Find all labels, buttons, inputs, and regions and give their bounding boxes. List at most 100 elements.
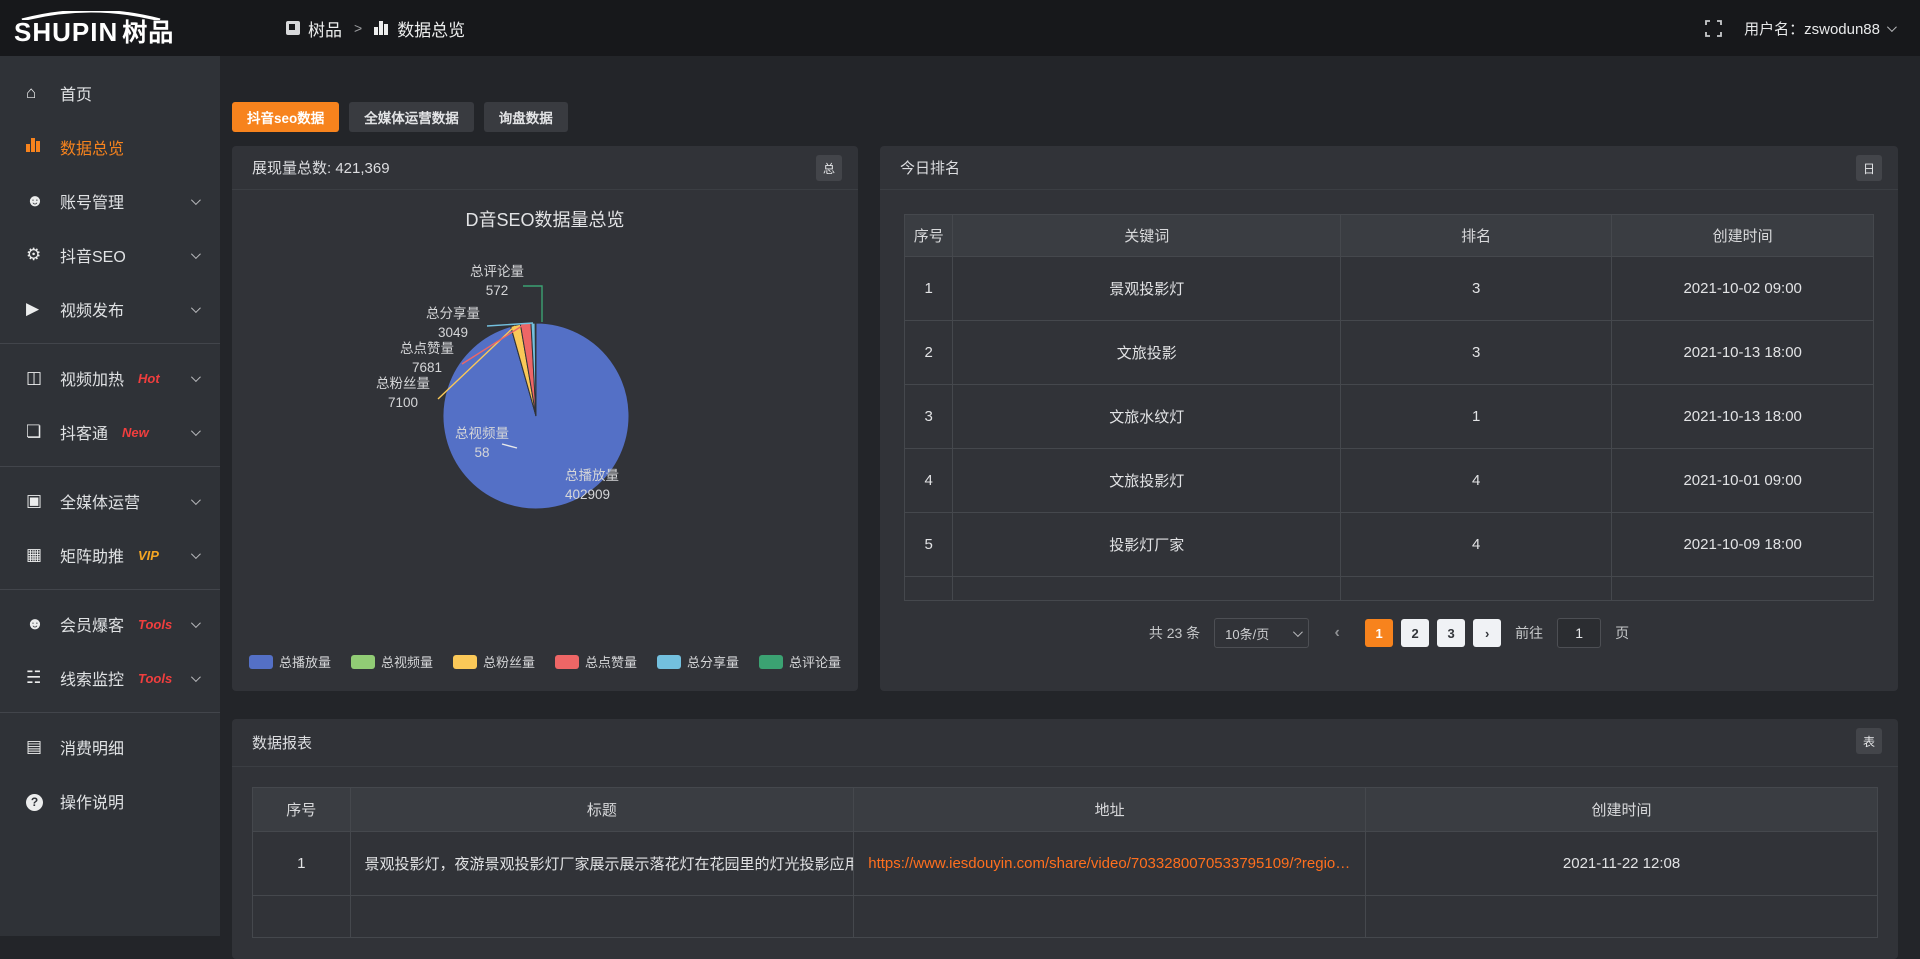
pie-label-line (523, 286, 542, 322)
legend-item-总视频量[interactable]: 总视频量 (351, 652, 433, 671)
sidebar-item-label: 抖音SEO (60, 243, 126, 267)
table-cell (350, 896, 854, 938)
sidebar-item-tag: New (122, 425, 149, 440)
top-header: SHUPIN树品 树品 > 数据总览 用户名：zswodun88 (0, 0, 1920, 56)
ranking-panel-title: 今日排名 (880, 146, 1898, 190)
sidebar-item-label: 操作说明 (60, 789, 124, 813)
fullscreen-icon[interactable] (1705, 20, 1722, 37)
sidebar-item-label: 视频发布 (60, 297, 124, 321)
page-button-3[interactable]: 3 (1437, 619, 1465, 647)
table-cell: 4 (1341, 449, 1612, 513)
tab-0[interactable]: 抖音seo数据 (232, 102, 339, 132)
tab-2[interactable]: 询盘数据 (484, 102, 568, 132)
pie-label-value: 3049 (438, 325, 468, 340)
table-badge-button[interactable]: 表 (1856, 728, 1882, 754)
page-buttons: 123 › (1365, 619, 1501, 647)
report-panel: 数据报表 表 序号标题地址创建时间1景观投影灯，夜游景观投影灯厂家展示展示落花灯… (232, 719, 1898, 959)
pie-label-name: 总评论量 (470, 264, 524, 279)
legend-swatch (453, 655, 477, 669)
sidebar-divider (0, 712, 220, 713)
report-link[interactable]: https://www.iesdouyin.com/share/video/70… (868, 855, 1350, 872)
table-cell (905, 577, 953, 601)
sidebar-item-question[interactable]: ?操作说明 (0, 774, 220, 828)
pie-label-name: 总播放量 (565, 468, 619, 483)
sidebar-item-label: 矩阵助推 (60, 543, 124, 567)
report-table: 序号标题地址创建时间1景观投影灯，夜游景观投影灯厂家展示展示落花灯在花园里的灯光… (252, 787, 1878, 938)
table-cell: 文旅水纹灯 (953, 385, 1341, 449)
sidebar-item-chat[interactable]: ❏抖客通New (0, 405, 220, 459)
goto-page-input[interactable] (1557, 618, 1601, 648)
sidebar-item-grid[interactable]: ▦矩阵助推VIP (0, 528, 220, 582)
sidebar-item-bar-chart[interactable]: 数据总览 (0, 120, 220, 174)
sidebar-item-user[interactable]: ☻账号管理 (0, 174, 220, 228)
user-menu[interactable]: 用户名：zswodun88 (1744, 18, 1894, 39)
table-row: 1景观投影灯，夜游景观投影灯厂家展示展示落花灯在花园里的灯光投影应用效果 #ht… (253, 832, 1878, 896)
page-button-2[interactable]: 2 (1401, 619, 1429, 647)
breadcrumb-separator: > (354, 20, 362, 36)
table-cell (854, 896, 1366, 938)
legend-label: 总分享量 (687, 652, 739, 671)
sidebar-item-sliders[interactable]: ☵线索监控Tools (0, 651, 220, 705)
legend-item-总粉丝量[interactable]: 总粉丝量 (453, 652, 535, 671)
next-page-button[interactable]: › (1473, 619, 1501, 647)
chevron-down-icon (191, 549, 201, 559)
sidebar-item-tag: VIP (138, 548, 159, 563)
sidebar-item-tag: Tools (138, 671, 172, 686)
sidebar-divider (0, 343, 220, 344)
legend-label: 总视频量 (381, 652, 433, 671)
pie-label-value: 7100 (388, 395, 418, 410)
page-size-select[interactable]: 10条/页 (1214, 618, 1309, 648)
column-header: 创建时间 (1366, 788, 1878, 832)
total-badge-button[interactable]: 总 (816, 155, 842, 181)
column-header: 地址 (854, 788, 1366, 832)
table-cell (1366, 896, 1878, 938)
tv-icon: ◫ (26, 368, 50, 388)
data-source-tabs: 抖音seo数据全媒体运营数据询盘数据 (232, 102, 1898, 132)
breadcrumb-current[interactable]: 数据总览 (397, 16, 465, 41)
table-cell: 2021-10-02 09:00 (1612, 257, 1874, 321)
prev-page-button[interactable]: ‹ (1323, 619, 1351, 647)
sidebar-item-gear[interactable]: ⚙抖音SEO (0, 228, 220, 282)
table-row: 4文旅投影灯42021-10-01 09:00 (905, 449, 1874, 513)
sidebar-item-monitor[interactable]: ▣全媒体运营 (0, 474, 220, 528)
table-cell-time: 2021-11-22 12:08 (1366, 832, 1878, 896)
sidebar-item-wallet[interactable]: ▤消费明细 (0, 720, 220, 774)
sidebar-item-label: 线索监控 (60, 666, 124, 690)
pie-label-value: 7681 (412, 360, 442, 375)
logo-text: SHUPIN树品 (14, 20, 220, 45)
table-cell-url: https://www.iesdouyin.com/share/video/70… (854, 832, 1366, 896)
table-row-partial (905, 577, 1874, 601)
table-cell: 2021-10-01 09:00 (1612, 449, 1874, 513)
day-badge-button[interactable]: 日 (1856, 155, 1882, 181)
wallet-icon: ▤ (26, 737, 50, 757)
legend-item-总分享量[interactable]: 总分享量 (657, 652, 739, 671)
breadcrumb-root[interactable]: 树品 (308, 16, 342, 41)
sidebar-divider (0, 589, 220, 590)
table-cell: 2021-10-13 18:00 (1612, 321, 1874, 385)
overview-panel-title: 展现量总数: 421,369 (232, 146, 858, 190)
member-icon: ☻ (26, 614, 50, 634)
table-cell: 1 (1341, 385, 1612, 449)
video-publish-icon: ▶ (26, 299, 50, 319)
chevron-down-icon (191, 495, 201, 505)
pagination-total: 共 23 条 (1149, 623, 1200, 643)
sidebar-item-tv[interactable]: ◫视频加热Hot (0, 351, 220, 405)
table-cell: 3 (1341, 257, 1612, 321)
chat-icon: ❏ (26, 422, 50, 442)
sidebar-item-label: 首页 (60, 81, 92, 105)
sidebar-item-video-publish[interactable]: ▶ 视频发布 (0, 282, 220, 336)
sidebar-item-home[interactable]: ⌂首页 (0, 66, 220, 120)
pie-label-name: 总分享量 (426, 305, 480, 321)
chevron-down-icon (191, 249, 201, 259)
table-cell: 文旅投影 (953, 321, 1341, 385)
pie-label-value: 572 (486, 283, 509, 298)
legend-item-总点赞量[interactable]: 总点赞量 (555, 652, 637, 671)
table-cell: 文旅投影灯 (953, 449, 1341, 513)
sidebar-item-member[interactable]: ☻会员爆客Tools (0, 597, 220, 651)
table-row: 5投影灯厂家42021-10-09 18:00 (905, 513, 1874, 577)
legend-item-总播放量[interactable]: 总播放量 (249, 652, 331, 671)
tab-1[interactable]: 全媒体运营数据 (349, 102, 474, 132)
legend-item-总评论量[interactable]: 总评论量 (759, 652, 841, 671)
page-button-1[interactable]: 1 (1365, 619, 1393, 647)
table-cell: 4 (905, 449, 953, 513)
